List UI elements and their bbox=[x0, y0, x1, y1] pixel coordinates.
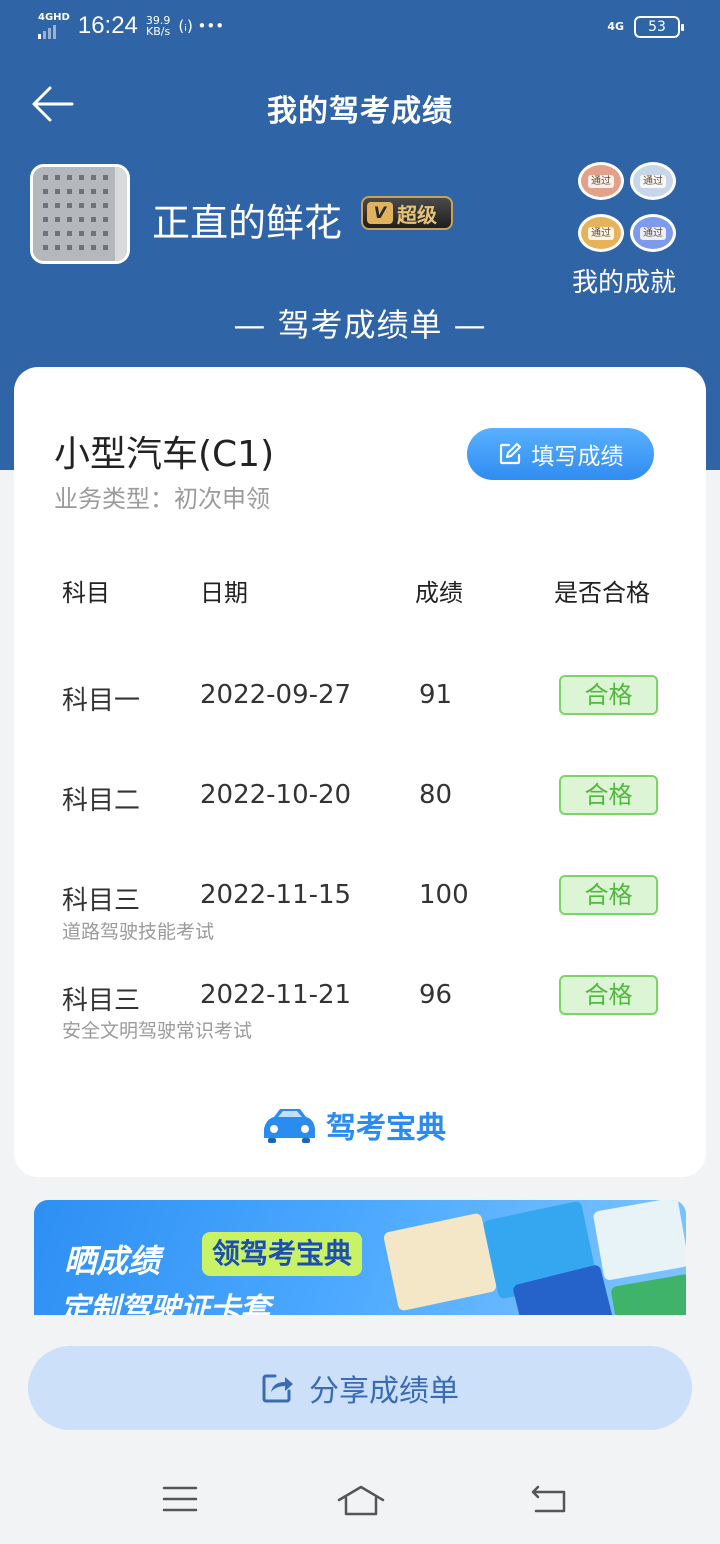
page-title: 我的驾考成绩 bbox=[267, 94, 453, 129]
score-card: 小型汽车(C1) 业务类型：初次申领 填写成绩 科目 日期 成绩 是否合格 科目… bbox=[14, 367, 706, 1177]
medal-icon: 通过 bbox=[578, 162, 624, 200]
medal-text: 通过 bbox=[588, 226, 614, 240]
share-button[interactable]: 分享成绩单 bbox=[28, 1346, 692, 1430]
vip-badge[interactable]: V 超级 bbox=[361, 196, 453, 230]
clock: 16:24 bbox=[77, 12, 138, 39]
status-bar: 4GHD 16:24 39.9 KB/s (ᵢ) ••• 4G 53 bbox=[0, 0, 720, 58]
pass-badge: 合格 bbox=[559, 975, 658, 1015]
column-header-score: 成绩 bbox=[415, 579, 463, 607]
speed-unit: KB/s bbox=[146, 25, 171, 38]
card-sleeve-image bbox=[382, 1212, 498, 1312]
battery-icon: 53 bbox=[634, 16, 684, 38]
avatar[interactable] bbox=[30, 164, 130, 264]
share-label: 分享成绩单 bbox=[309, 1374, 459, 1409]
pass-badge: 合格 bbox=[559, 675, 658, 715]
banner-line2: 定制驾驶证卡套 bbox=[60, 1292, 270, 1315]
bottom-bar: 分享成绩单 bbox=[0, 1316, 720, 1544]
row-date: 2022-11-15 bbox=[200, 880, 352, 910]
pass-badge: 合格 bbox=[559, 775, 658, 815]
username: 正直的鲜花 bbox=[152, 201, 343, 245]
column-header-subject: 科目 bbox=[62, 579, 110, 607]
medal-text: 通过 bbox=[640, 226, 666, 240]
row-date: 2022-11-21 bbox=[200, 980, 352, 1010]
section-title: — 驾考成绩单 — bbox=[233, 306, 487, 344]
card-sleeve-image bbox=[610, 1273, 686, 1315]
achievements-link[interactable]: 我的成就 bbox=[572, 262, 676, 299]
business-type: 业务类型：初次申领 bbox=[54, 485, 270, 513]
brand-name: 驾考宝典 bbox=[326, 1111, 446, 1146]
network-speed: 39.9 KB/s bbox=[146, 15, 171, 37]
signal-indicator: 4GHD bbox=[38, 13, 70, 39]
medal-text: 通过 bbox=[640, 174, 666, 188]
column-header-pass: 是否合格 bbox=[554, 579, 650, 607]
row-subject: 科目三 bbox=[62, 986, 141, 1016]
home-icon[interactable] bbox=[336, 1484, 386, 1516]
row-date: 2022-10-20 bbox=[200, 780, 352, 810]
license-type: 小型汽车(C1) bbox=[54, 434, 275, 475]
medal-icon: 通过 bbox=[630, 214, 676, 252]
row-score: 100 bbox=[419, 880, 469, 910]
row-subject: 科目三 bbox=[62, 886, 141, 916]
pass-badge: 合格 bbox=[559, 875, 658, 915]
car-icon bbox=[264, 1109, 315, 1143]
network-type: 4GHD bbox=[38, 12, 70, 23]
row-score: 80 bbox=[419, 780, 453, 810]
column-header-date: 日期 bbox=[200, 579, 248, 607]
banner-tag: 领驾考宝典 bbox=[202, 1232, 363, 1276]
signal-bars-icon bbox=[38, 25, 70, 39]
banner-line1: 晒成绩 bbox=[64, 1242, 161, 1280]
back-icon[interactable] bbox=[530, 1484, 568, 1514]
achievement-medals[interactable]: 通过 通过 通过 通过 bbox=[576, 162, 680, 256]
status-extra: (ᵢ) ••• bbox=[178, 17, 225, 35]
edit-icon bbox=[499, 443, 521, 465]
share-icon bbox=[262, 1374, 293, 1403]
row-subject: 科目一 bbox=[62, 686, 141, 716]
vip-letter: V bbox=[367, 202, 393, 224]
row-note: 安全文明驾驶常识考试 bbox=[62, 1020, 253, 1042]
card-sleeve-image bbox=[592, 1200, 686, 1281]
row-score: 96 bbox=[419, 980, 453, 1010]
fill-score-label: 填写成绩 bbox=[531, 444, 624, 470]
row-score: 91 bbox=[419, 680, 453, 710]
row-subject: 科目二 bbox=[62, 786, 141, 816]
medal-icon: 通过 bbox=[578, 214, 624, 252]
medal-text: 通过 bbox=[588, 174, 614, 188]
network-4g-icon: 4G bbox=[607, 20, 624, 33]
row-note: 道路驾驶技能考试 bbox=[62, 921, 215, 943]
medal-icon: 通过 bbox=[630, 162, 676, 200]
brand-logo: 驾考宝典 bbox=[260, 1103, 446, 1147]
menu-icon[interactable] bbox=[162, 1484, 198, 1514]
vip-label: 超级 bbox=[397, 202, 437, 227]
fill-score-button[interactable]: 填写成绩 bbox=[467, 428, 654, 480]
row-date: 2022-09-27 bbox=[200, 680, 352, 710]
promo-banner[interactable]: 晒成绩 领驾考宝典 定制驾驶证卡套 bbox=[34, 1200, 686, 1315]
